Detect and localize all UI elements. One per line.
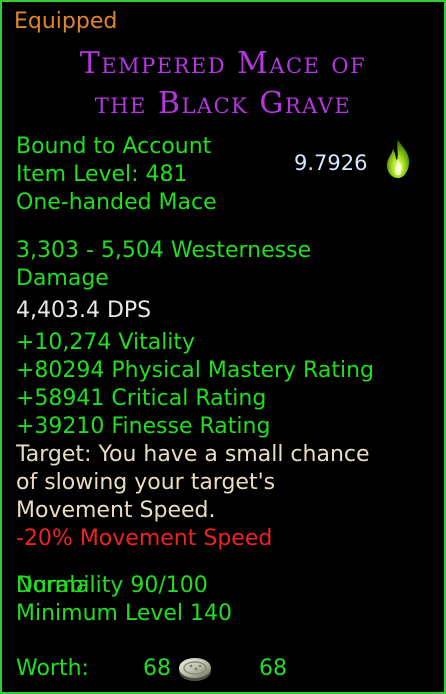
item-type: One-handed Mace: [16, 190, 217, 215]
item-name-line-1: Tempered Mace of: [79, 46, 367, 81]
item-level: Item Level: 481: [16, 162, 188, 187]
worth-silver: 68: [143, 656, 171, 681]
binding-text: Bound to Account: [16, 134, 212, 159]
worth-copper: 68: [259, 656, 287, 681]
stat-finesse: +39210 Finesse Rating: [16, 414, 271, 439]
worth-label: Worth:: [16, 656, 89, 681]
damage-line-1: 3,303 - 5,504 Westernesse: [16, 238, 312, 263]
item-tooltip: Equipped Tempered Mace of the Black Grav…: [0, 0, 446, 694]
debuff-text: -20% Movement Speed: [16, 526, 273, 551]
green-flame-icon: [387, 140, 410, 178]
silver-coin-icon: [179, 658, 211, 681]
essence-value: 9.7926: [294, 151, 368, 175]
effect-line-3: Movement Speed.: [16, 498, 216, 523]
stat-critical: +58941 Critical Rating: [16, 386, 267, 411]
dps-text: 4,403.4 DPS: [16, 298, 152, 323]
equipped-status: Equipped: [14, 9, 118, 34]
item-name-line-2: the Black Grave: [94, 86, 352, 121]
durability-quality: Normal: [16, 573, 96, 598]
damage-line-2: Damage: [16, 266, 109, 291]
stat-physical-mastery: +80294 Physical Mastery Rating: [16, 358, 374, 383]
effect-line-1: Target: You have a small chance: [16, 442, 370, 467]
effect-line-2: of slowing your target's: [16, 470, 276, 495]
minimum-level: Minimum Level 140: [16, 601, 233, 626]
stat-vitality: +10,274 Vitality: [16, 330, 196, 355]
